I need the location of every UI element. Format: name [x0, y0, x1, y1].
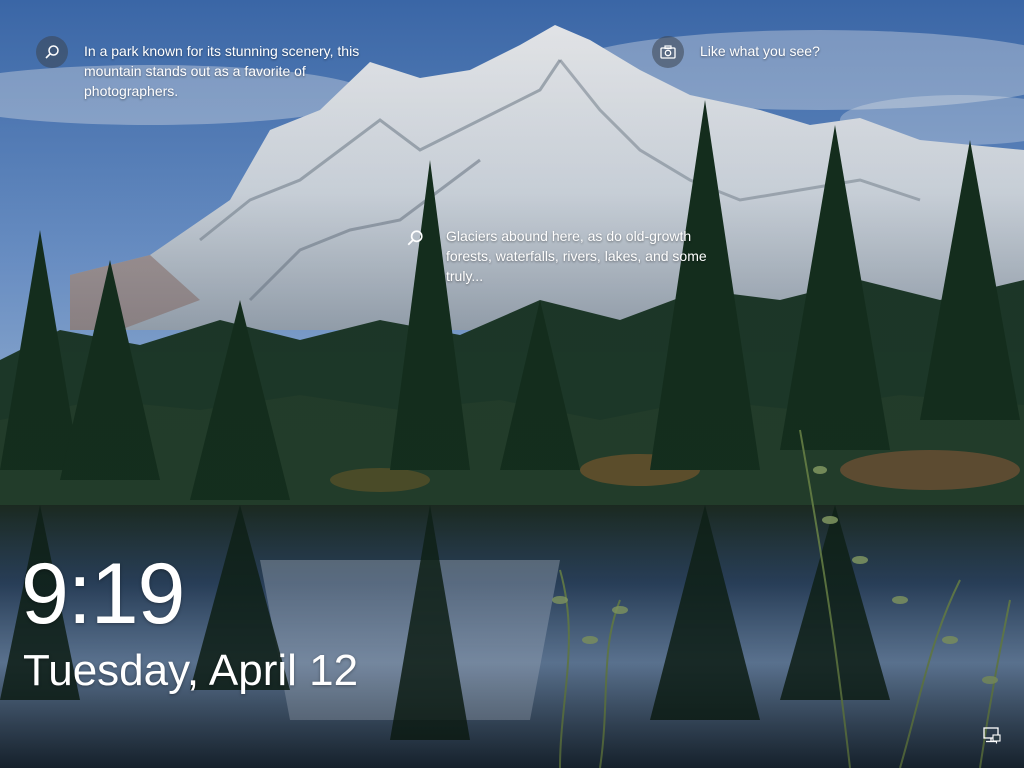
spotlight-like-caption[interactable]: Like what you see?: [700, 41, 820, 61]
clock-time: 9:19: [21, 546, 185, 642]
lock-screen[interactable]: In a park known for its stunning scenery…: [0, 0, 1024, 768]
search-icon[interactable]: [404, 227, 426, 249]
network-icon[interactable]: [982, 727, 1002, 745]
lock-screen-clock: 9:19 Tuesday, April 12: [21, 544, 358, 696]
spotlight-caption-park[interactable]: In a park known for its stunning scenery…: [84, 41, 364, 101]
search-icon[interactable]: [36, 36, 68, 68]
spotlight-caption-glacier[interactable]: Glaciers abound here, as do old-growth f…: [446, 226, 726, 286]
spotlight-like-prompt[interactable]: Like what you see?: [652, 36, 820, 68]
spotlight-hotspot-park[interactable]: In a park known for its stunning scenery…: [36, 36, 364, 101]
camera-icon[interactable]: [652, 36, 684, 68]
spotlight-hotspot-glacier[interactable]: Glaciers abound here, as do old-growth f…: [404, 226, 726, 286]
clock-date: Tuesday, April 12: [23, 646, 359, 695]
